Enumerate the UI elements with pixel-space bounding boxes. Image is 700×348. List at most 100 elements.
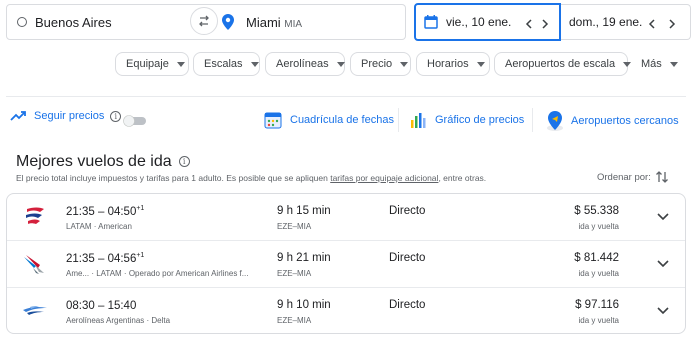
filter-escalas[interactable]: Escalas [193,52,260,76]
caret-down-icon [400,61,409,67]
flight-duration: 9 h 10 min [277,299,331,311]
airline-names: Aerolíneas Argentinas · Delta [66,316,171,325]
filter-label: Escalas [204,58,243,70]
filter-horarios[interactable]: Horarios [416,52,490,76]
destination-input[interactable]: Miami MIA [246,15,302,30]
tool-separator [532,108,533,132]
chevron-down-icon [657,260,669,268]
filter-precio[interactable]: Precio [350,52,411,76]
price-graph-icon [411,113,426,128]
flight-price: $ 97.116 [575,299,619,311]
chevron-down-icon [657,213,669,221]
calendar-icon [424,15,438,29]
next-return-date-button[interactable] [665,17,679,31]
time-range: 21:35 – 04:56 [66,252,137,265]
next-day-marker: +1 [136,205,145,212]
swap-icon [199,15,209,27]
caret-down-icon [176,61,185,67]
results-list: 21:35 – 04:50+1 LATAM · American 9 h 15 … [6,193,686,334]
date-grid-icon [264,112,282,129]
results-title: Mejores vuelos de ida [16,153,172,170]
nearby-airports-icon [547,111,563,131]
flight-duration: 9 h 21 min [277,252,331,264]
origin-input[interactable]: Buenos Aires [35,15,112,30]
flight-stops: Directo [389,205,426,217]
caret-down-icon [336,61,345,67]
filter-aerolineas[interactable]: Aerolíneas [265,52,345,76]
prev-date-button[interactable] [522,17,536,31]
location-pin-icon [222,14,234,30]
info-icon[interactable]: i [110,110,122,122]
caret-down-icon [669,61,678,67]
next-date-button[interactable] [538,17,552,31]
expand-button[interactable] [655,256,671,272]
airline-names: Ame... · LATAM · Operado por American Ai… [66,269,249,278]
expand-button[interactable] [655,209,671,225]
disclaimer-text: El precio total incluye impuestos y tari… [16,173,331,183]
flight-stops: Directo [389,252,426,264]
american-airlines-logo [24,255,44,274]
filter-label: Horarios [427,58,469,70]
info-icon[interactable]: i [178,156,190,168]
date-grid-label: Cuadrícula de fechas [290,114,394,126]
date-grid-button[interactable]: Cuadrícula de fechas [264,110,394,130]
nearby-airports-button[interactable]: Aeropuertos cercanos [545,110,679,132]
price-type: ida y vuelta [578,269,619,278]
price-type: ida y vuelta [578,222,619,231]
origin-field[interactable]: Buenos Aires [6,4,206,40]
flight-row[interactable]: 21:35 – 04:50+1 LATAM · American 9 h 15 … [7,194,685,241]
baggage-fees-link[interactable]: tarifas por equipaje adicional [330,173,438,183]
divider [6,96,686,97]
destination-city: Miami [246,15,281,30]
airline-names: LATAM · American [66,222,132,231]
filter-aeropuertos-escala[interactable]: Aeropuertos de escala [494,52,632,76]
chevron-down-icon [657,307,669,315]
filter-label: Aerolíneas [276,58,329,70]
flight-price: $ 81.442 [574,252,619,264]
trend-line-icon [10,111,26,121]
prev-return-date-button[interactable] [645,17,659,31]
time-range: 21:35 – 04:50 [66,205,137,218]
latam-logo [26,207,44,224]
filter-equipaje[interactable]: Equipaje [115,52,189,76]
price-graph-button[interactable]: Gráfico de precios [409,110,524,130]
page-title: Mejores vuelos de ida i [16,153,190,171]
filter-mas[interactable]: Más [632,52,688,76]
sort-label: Ordenar por: [597,172,651,183]
depart-date-value: vie., 10 ene. [446,15,512,29]
filter-label: Equipaje [126,58,169,70]
flight-duration: 9 h 15 min [277,205,331,217]
flight-route: EZE–MIA [277,316,312,325]
price-type: ida y vuelta [578,316,619,325]
chevron-left-icon [525,19,532,29]
flight-times: 21:35 – 04:50+1 [66,205,144,218]
nearby-airports-label: Aeropuertos cercanos [571,115,679,127]
caret-down-icon [476,61,485,67]
flight-row[interactable]: 08:30 – 15:40 Aerolíneas Argentinas · De… [7,288,685,333]
next-day-marker: +1 [136,252,145,259]
track-prices[interactable]: Seguir precios i [10,110,122,122]
filter-label: Precio [361,58,393,70]
filter-label: Más [641,58,662,70]
chevron-right-icon [669,19,676,29]
caret-down-icon [250,61,259,67]
chevron-right-icon [542,19,549,29]
destination-code: MIA [284,19,303,30]
return-date-value: dom., 19 ene. [569,15,643,29]
flight-stops: Directo [389,299,426,311]
flight-times: 21:35 – 04:56+1 [66,252,144,265]
filter-label: Aeropuertos de escala [505,58,616,70]
track-prices-toggle[interactable] [123,115,147,127]
flight-route: EZE–MIA [277,269,312,278]
depart-date-field[interactable]: vie., 10 ene. [414,3,561,41]
return-date-field[interactable]: dom., 19 ene. [561,4,691,40]
price-graph-label: Gráfico de precios [435,114,525,126]
chevron-left-icon [648,19,655,29]
swap-button[interactable] [190,7,218,35]
disclaimer-text-end: , entre otras. [438,173,487,183]
destination-field[interactable]: Miami MIA [202,4,406,40]
caret-down-icon [623,61,632,67]
flight-row[interactable]: 21:35 – 04:56+1 Ame... · LATAM · Operado… [7,241,685,288]
expand-button[interactable] [655,303,671,319]
sort-icon[interactable] [655,170,669,184]
